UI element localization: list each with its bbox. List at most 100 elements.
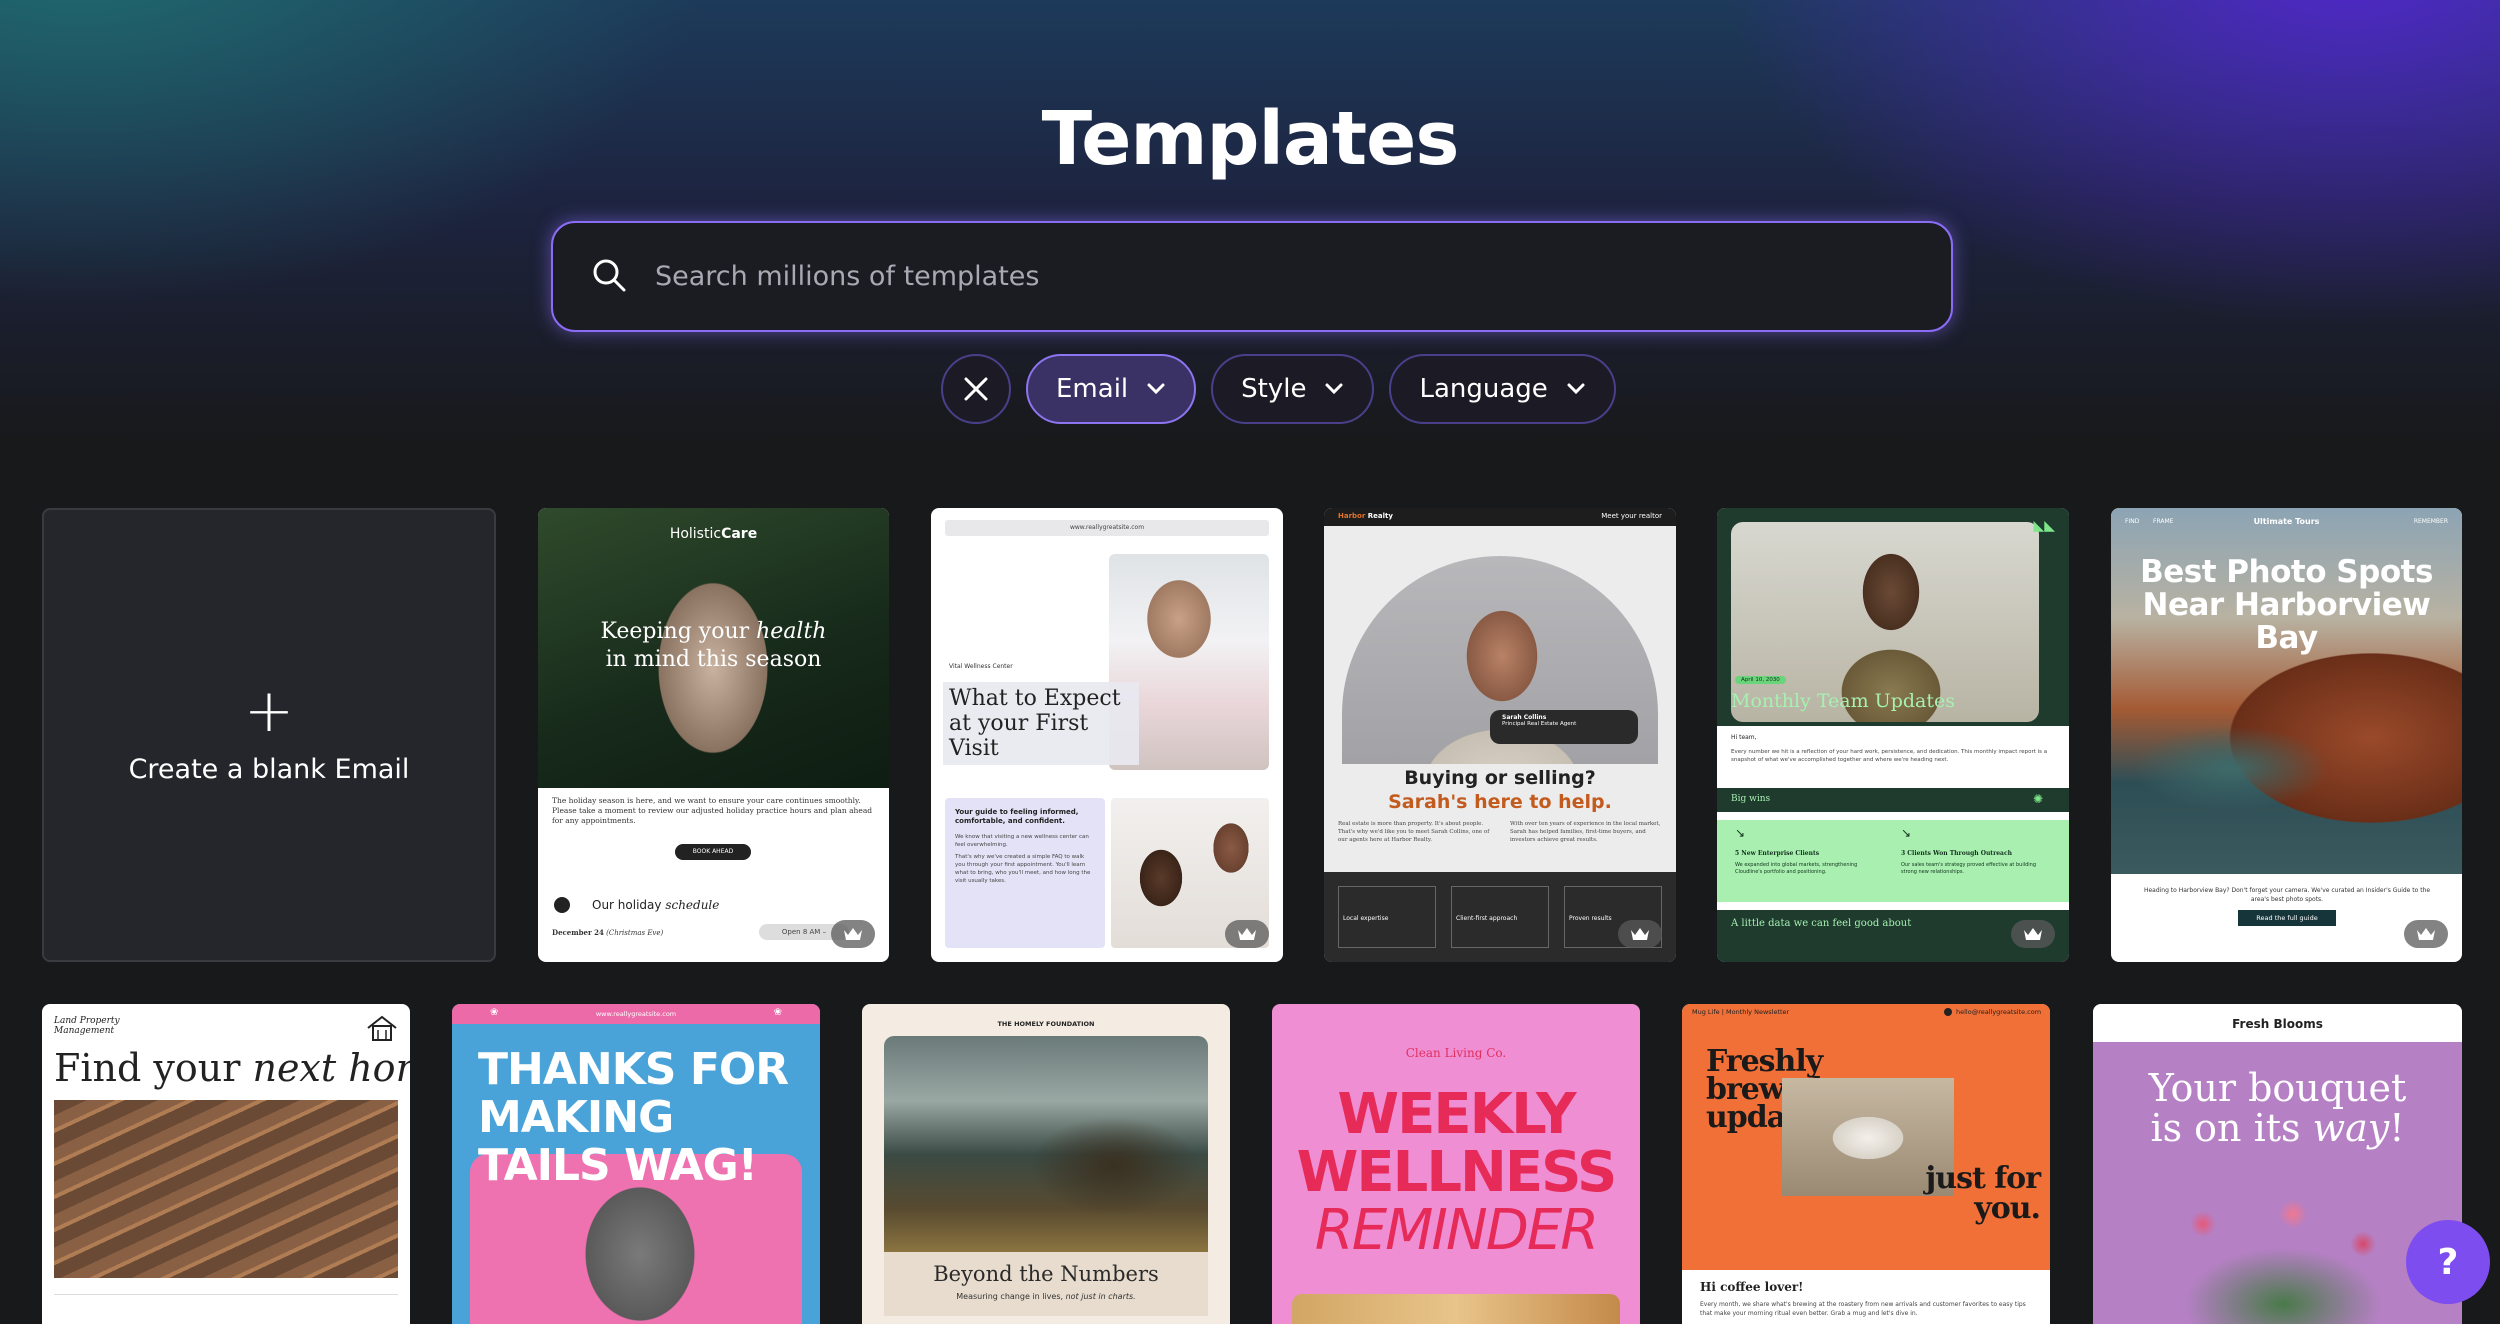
- win-2-text: Our sales team's strategy proved effecti…: [1901, 862, 2036, 875]
- org-name: Vital Wellness Center: [949, 663, 1013, 670]
- house-icon: [367, 1015, 397, 1041]
- crown-icon: [2417, 928, 2435, 940]
- headline-line-2: WELLNESS: [1296, 1140, 1618, 1205]
- schedule-emphasis: schedule: [665, 898, 720, 912]
- headline: What to Expect at your First Visit: [943, 682, 1139, 765]
- arrow-icon: ↘: [1735, 826, 1746, 840]
- headline: Buying or selling?: [1404, 767, 1596, 789]
- headline: Monthly Team Updates: [1731, 690, 1955, 712]
- star-icon: ✺: [2032, 792, 2043, 806]
- template-card-weekly-wellness[interactable]: Clean Living Co. WEEKLY WELLNESS REMINDE…: [1272, 1004, 1640, 1324]
- headline-line-2: in mind this season: [605, 647, 822, 672]
- template-card-holistic-care[interactable]: HolisticCare Keeping your health in mind…: [538, 508, 889, 962]
- create-blank-label: Create a blank Email: [128, 753, 410, 785]
- crown-icon: [1631, 928, 1649, 940]
- win-1-text: We expanded into global markets, strengt…: [1735, 862, 1858, 875]
- calendar-icon: [554, 897, 570, 913]
- chevron-down-icon: [1567, 383, 1585, 395]
- brand-name-bold: Care: [721, 526, 758, 542]
- meet-label: Meet your realtor: [1601, 512, 1662, 520]
- template-card-tails-wag[interactable]: www.reallygreatsite.com ❀ ❀ THANKS FOR M…: [452, 1004, 820, 1324]
- win-1-title: 5 New Enterprise Clients: [1735, 850, 1820, 857]
- subheadline: Sarah's here to help.: [1388, 791, 1612, 813]
- url-bar: www.reallygreatsite.com: [945, 520, 1269, 536]
- create-blank-email-card[interactable]: + Create a blank Email: [42, 508, 496, 962]
- url-bar: www.reallygreatsite.com: [452, 1004, 820, 1024]
- org-name: THE HOMELY FOUNDATION: [997, 1020, 1095, 1028]
- body-text: Heading to Harborview Bay? Don't forget …: [2143, 887, 2431, 903]
- schedule-label: Our holiday: [592, 898, 666, 912]
- stairs-photo: [54, 1100, 398, 1278]
- experience-text: With over ten years of experience in the…: [1510, 821, 1661, 843]
- template-card-coffee-newsletter[interactable]: Mug Life | Monthly Newsletter hello@real…: [1682, 1004, 2050, 1324]
- premium-badge: [1618, 920, 1662, 948]
- date: December 24: [552, 928, 604, 937]
- brand-name: Mug Life: [1692, 1008, 1720, 1016]
- book-ahead-button: BOOK AHEAD: [675, 844, 751, 860]
- bouquet-photo: [2133, 1184, 2433, 1324]
- filter-label: Email: [1056, 374, 1129, 404]
- template-card-first-visit[interactable]: www.reallygreatsite.com Vital Wellness C…: [931, 508, 1283, 962]
- section-band: Big wins: [1717, 788, 2069, 812]
- filter-language[interactable]: Language: [1389, 354, 1616, 424]
- mail-icon: [1944, 1008, 1952, 1016]
- template-card-photo-spots[interactable]: FIND FRAME Ultimate Tours REMEMBER Best …: [2111, 508, 2462, 962]
- brand-name: Ultimate Tours: [2253, 517, 2320, 526]
- brand-name: Land Property: [54, 1016, 120, 1026]
- brand-name-2: Realty: [1365, 512, 1393, 520]
- greeting: Hi team,: [1731, 734, 1757, 741]
- headline-end: !: [2389, 1106, 2405, 1150]
- paw-icon: ❀: [490, 1007, 499, 1018]
- realtor-name: Sarah Collins: [1502, 714, 1547, 721]
- search-bar[interactable]: [551, 221, 1953, 332]
- template-card-land-property[interactable]: Land Property Management Find your next …: [42, 1004, 410, 1324]
- help-button[interactable]: ?: [2406, 1220, 2490, 1304]
- body-text: Every month, we share what's brewing at …: [1700, 1301, 2026, 1317]
- headline-line-1: WEEKLY: [1337, 1082, 1576, 1147]
- brand-name: Clean Living Co.: [1405, 1046, 1507, 1060]
- crown-icon: [1238, 928, 1256, 940]
- brand-name: Fresh Blooms: [2232, 1017, 2323, 1031]
- newsletter-label: Monthly Newsletter: [1726, 1008, 1790, 1016]
- close-icon: [964, 377, 988, 401]
- subheadline: Your guide to feeling informed, comforta…: [955, 808, 1079, 825]
- brand-name-2: Management: [54, 1026, 115, 1036]
- food-photo: [1292, 1294, 1620, 1324]
- read-guide-button: Read the full guide: [2238, 910, 2336, 926]
- headline: Keeping your: [600, 619, 757, 644]
- headline-emphasis: health: [756, 619, 827, 644]
- arrow-icon: ↘: [1901, 826, 1912, 840]
- page-title: Templates: [1041, 96, 1460, 182]
- filter-style[interactable]: Style: [1211, 354, 1375, 424]
- chevron-down-icon: [1147, 383, 1165, 395]
- template-card-team-updates[interactable]: ◣◣ April 10, 2030 Monthly Team Updates H…: [1717, 508, 2069, 962]
- body-text: Every number we hit is a reflection of y…: [1731, 749, 2048, 763]
- search-icon: [589, 255, 629, 299]
- logo-icon: ◣◣: [2033, 518, 2055, 534]
- template-card-beyond-numbers[interactable]: THE HOMELY FOUNDATION Beyond the Numbers…: [862, 1004, 1230, 1324]
- contact-email: hello@reallygreatsite.com: [1956, 1008, 2042, 1016]
- headline-emphasis: next home: [252, 1046, 410, 1090]
- headline-line-3: REMINDER: [1314, 1198, 1599, 1263]
- template-card-fresh-blooms[interactable]: Fresh Blooms Your bouquet is on its way!: [2093, 1004, 2462, 1324]
- premium-badge: [2404, 920, 2448, 948]
- separator: |: [1721, 1008, 1724, 1016]
- subheadline: Measuring change in lives,: [956, 1292, 1066, 1301]
- search-input[interactable]: [655, 261, 1855, 292]
- realtor-role: Principal Real Estate Agent: [1502, 721, 1577, 727]
- greeting: Hi coffee lover!: [1700, 1280, 1804, 1294]
- faq-text: That's why we've created a simple FAQ to…: [955, 854, 1091, 884]
- intro-text: Real estate is more than property. It's …: [1338, 821, 1490, 843]
- clear-filters-button[interactable]: [941, 354, 1011, 424]
- filter-bar: Email Style Language: [941, 354, 1616, 424]
- template-card-harbor-realty[interactable]: Harbor Realty Meet your realtor Sarah Co…: [1324, 508, 1676, 962]
- chevron-down-icon: [1325, 383, 1343, 395]
- filter-email[interactable]: Email: [1026, 354, 1197, 424]
- headline-emphasis: way: [2312, 1106, 2390, 1150]
- filter-label: Language: [1419, 374, 1548, 404]
- premium-badge: [831, 920, 875, 948]
- subheadline-emphasis: not just in charts.: [1065, 1292, 1136, 1301]
- plus-icon: +: [243, 675, 295, 746]
- headline: Best Photo Spots Near Harborview Bay: [2140, 554, 2433, 656]
- intro-text: We know that visiting a new wellness cen…: [955, 834, 1089, 848]
